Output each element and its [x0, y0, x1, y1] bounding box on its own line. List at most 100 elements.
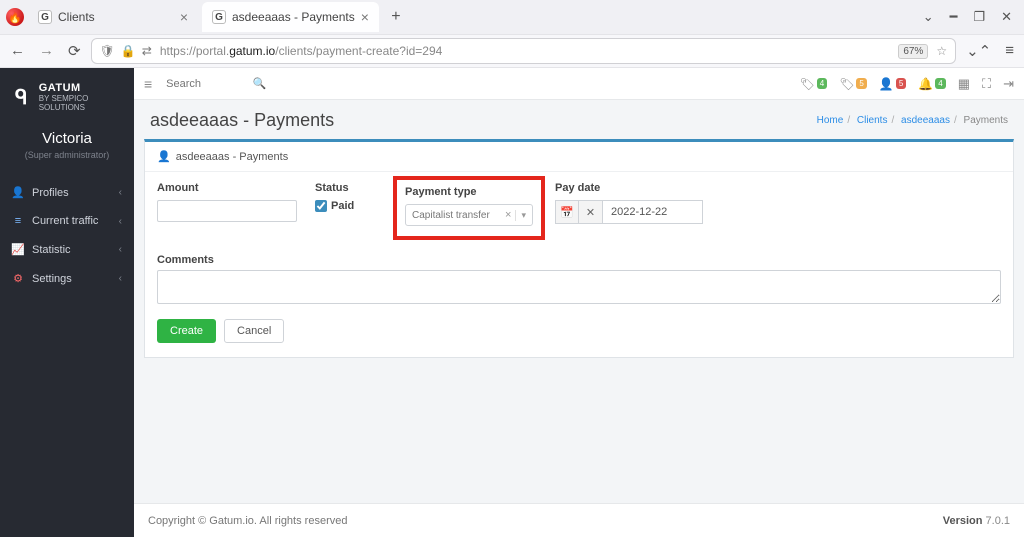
nav-forward-icon: →: [39, 42, 54, 60]
sidebar-item-current-traffic[interactable]: ≡ Current traffic ‹: [0, 207, 134, 235]
chevron-left-icon: ‹: [119, 216, 122, 227]
footer: Copyright © Gatum.io. All rights reserve…: [134, 503, 1024, 537]
browser-address-bar: ← → ⟳ 🛡 🔒 ⇄ https://portal.gatum.io/clie…: [0, 34, 1024, 68]
tab-favicon: G: [38, 10, 52, 24]
paydate-input[interactable]: [603, 200, 703, 224]
chevron-down-icon[interactable]: ▾: [515, 210, 526, 221]
new-tab-button[interactable]: +: [383, 4, 409, 30]
chevron-left-icon: ‹: [119, 273, 122, 284]
tab-title: Clients: [58, 10, 95, 24]
topbar-search[interactable]: 🔍: [160, 74, 270, 94]
clear-date-button[interactable]: ✕: [579, 200, 603, 224]
chevron-left-icon: ‹: [119, 244, 122, 255]
amount-input[interactable]: [157, 200, 297, 222]
clear-icon[interactable]: ×: [501, 209, 515, 221]
create-button[interactable]: Create: [157, 319, 216, 343]
sidebar-item-settings[interactable]: ⚙ Settings ‹: [0, 264, 134, 293]
graph-icon: 📈: [12, 243, 24, 256]
paid-checkbox[interactable]: [315, 200, 327, 212]
url-field[interactable]: 🛡 🔒 ⇄ https://portal.gatum.io/clients/pa…: [91, 38, 957, 64]
main-content: ≡ 🔍 🏷4 🏷5 👤5 🔔4 ▦ ⛶ ⇥ asdeeaaas - Paymen…: [134, 68, 1024, 537]
window-restore-icon[interactable]: ❐: [973, 9, 985, 25]
sidebar-item-label: Current traffic: [32, 215, 98, 227]
breadcrumb-client[interactable]: asdeeaaas: [901, 115, 950, 126]
brand-subtitle: BY SEMPICO SOLUTIONS: [39, 94, 122, 112]
star-icon[interactable]: ☆: [936, 44, 947, 58]
amount-field-group: Amount: [157, 182, 297, 240]
bell-badge[interactable]: 🔔4: [918, 77, 945, 91]
topbar: ≡ 🔍 🏷4 🏷5 👤5 🔔4 ▦ ⛶ ⇥: [134, 68, 1024, 100]
brand-name: GATUM: [39, 82, 122, 94]
breadcrumb-current: Payments: [964, 115, 1008, 126]
tag-badge[interactable]: 🏷4: [800, 77, 828, 91]
payment-type-label: Payment type: [405, 186, 533, 198]
status-field-group: Status Paid: [315, 182, 375, 240]
zoom-badge[interactable]: 67%: [898, 44, 928, 59]
status-label: Status: [315, 182, 375, 194]
cancel-button[interactable]: Cancel: [224, 319, 284, 343]
sidebar-user-role: (Super administrator): [0, 150, 134, 160]
user-badge[interactable]: 👤5: [879, 77, 906, 91]
panel-title: asdeeaaas - Payments: [176, 151, 289, 163]
calendar-button[interactable]: 📅: [555, 200, 579, 224]
sidebar-item-label: Settings: [32, 273, 72, 285]
shield-icon: 🛡: [100, 44, 115, 58]
comments-textarea[interactable]: [157, 270, 1001, 304]
sidebar: ᑫ GATUM BY SEMPICO SOLUTIONS Victoria (S…: [0, 68, 134, 537]
panel-header: 👤 asdeeaaas - Payments: [145, 142, 1013, 172]
tab-close-icon[interactable]: ×: [180, 9, 188, 25]
tag-badge[interactable]: 🏷5: [839, 77, 867, 91]
hamburger-icon[interactable]: ≡: [1005, 42, 1014, 60]
search-icon[interactable]: 🔍: [252, 77, 266, 90]
grid-icon[interactable]: ▦: [958, 76, 970, 92]
paydate-field-group: Pay date 📅 ✕: [555, 182, 703, 240]
highlight-annotation: Payment type Capitalist transfer × ▾: [393, 176, 545, 240]
browser-tab[interactable]: G Clients ×: [28, 2, 198, 32]
chart-icon: ≡: [12, 215, 24, 227]
url-text: https://portal.gatum.io/clients/payment-…: [160, 44, 890, 58]
user-icon: 👤: [12, 186, 24, 199]
window-close-icon[interactable]: ✕: [1001, 9, 1012, 25]
paydate-label: Pay date: [555, 182, 703, 194]
amount-label: Amount: [157, 182, 297, 194]
sidebar-item-statistic[interactable]: 📈 Statistic ‹: [0, 235, 134, 264]
footer-copyright: Copyright © Gatum.io. All rights reserve…: [148, 515, 347, 527]
breadcrumb-clients[interactable]: Clients: [857, 115, 888, 126]
user-icon: 👤: [157, 150, 171, 163]
comments-label: Comments: [157, 254, 1001, 266]
tab-close-icon[interactable]: ×: [361, 9, 369, 25]
chevron-left-icon: ‹: [119, 187, 122, 198]
sidebar-user-name: Victoria: [0, 130, 134, 147]
logout-icon[interactable]: ⇥: [1003, 76, 1014, 92]
pocket-icon[interactable]: ⌄⌃: [966, 42, 991, 60]
chevron-down-icon[interactable]: ⌄: [923, 9, 934, 25]
toggle-icon: ⇄: [142, 44, 152, 58]
breadcrumb-home[interactable]: Home: [817, 115, 844, 126]
tab-title: asdeeaaas - Payments: [232, 10, 355, 24]
brand-logo-icon: ᑫ: [12, 86, 31, 108]
nav-reload-icon[interactable]: ⟳: [68, 42, 81, 60]
tab-favicon: G: [212, 10, 226, 24]
paid-label: Paid: [331, 200, 354, 212]
brand: ᑫ GATUM BY SEMPICO SOLUTIONS: [0, 68, 134, 122]
browser-app-icon: 🔥: [6, 8, 24, 26]
browser-tabbar: 🔥 G Clients × G asdeeaaas - Payments × +…: [0, 0, 1024, 34]
footer-version: Version 7.0.1: [943, 515, 1010, 527]
lock-icon: 🔒: [121, 44, 136, 58]
menu-toggle-icon[interactable]: ≡: [144, 76, 152, 92]
sidebar-item-profiles[interactable]: 👤 Profiles ‹: [0, 178, 134, 207]
paid-checkbox-wrap[interactable]: Paid: [315, 200, 375, 212]
page-title: asdeeaaas - Payments: [150, 110, 334, 131]
close-icon: ✕: [586, 206, 595, 219]
window-minimize-icon[interactable]: ━: [950, 9, 958, 25]
payment-type-select[interactable]: Capitalist transfer × ▾: [405, 204, 533, 226]
payment-type-value: Capitalist transfer: [412, 210, 490, 221]
browser-chrome: 🔥 G Clients × G asdeeaaas - Payments × +…: [0, 0, 1024, 68]
browser-tab[interactable]: G asdeeaaas - Payments ×: [202, 2, 379, 32]
nav-back-icon[interactable]: ←: [10, 42, 25, 60]
sidebar-item-label: Profiles: [32, 187, 69, 199]
payments-panel: 👤 asdeeaaas - Payments Amount Status Pai…: [144, 139, 1014, 358]
payment-type-field-group: Payment type Capitalist transfer × ▾: [393, 182, 545, 240]
sidebar-item-label: Statistic: [32, 244, 71, 256]
expand-icon[interactable]: ⛶: [982, 76, 991, 92]
